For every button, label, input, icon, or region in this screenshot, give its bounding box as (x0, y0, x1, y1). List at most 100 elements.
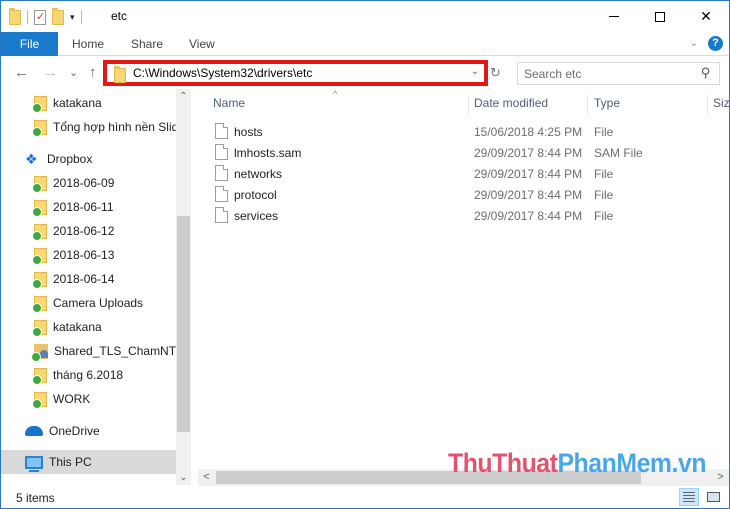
nav-item-shared-tls-chamnt[interactable]: Shared_TLS_ChamNT (1, 339, 176, 363)
navigation-pane: katakana Tổng hợp hình nền Slide ❖ Dropb… (1, 89, 191, 485)
column-header-type[interactable]: Type (588, 95, 708, 115)
back-button[interactable]: ← (14, 64, 29, 81)
tab-file[interactable]: File (1, 32, 58, 56)
search-box[interactable]: ⚲ (517, 62, 720, 85)
close-icon: ✕ (700, 8, 712, 24)
synced-folder-icon (32, 199, 47, 217)
file-icon (215, 123, 228, 139)
search-icon[interactable]: ⚲ (701, 65, 711, 81)
address-bar[interactable]: ⌄ (103, 60, 488, 86)
new-folder-icon[interactable] (52, 7, 64, 25)
this-pc-icon (25, 455, 43, 472)
nav-item-label: 2018-06-13 (53, 248, 115, 262)
toolbar-separator (80, 10, 82, 24)
nav-item-label: Camera Uploads (53, 296, 144, 310)
synced-folder-icon (32, 247, 47, 265)
nav-item-2018-06-12[interactable]: 2018-06-12 (1, 219, 176, 243)
nav-item-katakana[interactable]: katakana (1, 91, 176, 115)
search-input[interactable] (524, 66, 689, 81)
synced-folder-icon (32, 271, 47, 289)
file-row[interactable]: protocol 29/09/2017 8:44 PM File (209, 185, 729, 206)
nav-item-dropbox[interactable]: ❖ Dropbox (1, 147, 176, 171)
nav-pane-scrollbar[interactable]: ⌃ ⌄ (176, 89, 191, 485)
column-header-size[interactable]: Size (707, 95, 729, 115)
recent-locations-button[interactable]: ⌄ (69, 66, 78, 79)
expand-ribbon-icon[interactable]: ⌄ (690, 38, 698, 49)
file-icon (215, 165, 228, 181)
tab-home[interactable]: Home (58, 32, 118, 56)
nav-item-label: 2018-06-11 (53, 200, 114, 214)
address-dropdown-icon[interactable]: ⌄ (471, 66, 479, 77)
toolbar-separator (27, 10, 28, 24)
synced-folder-icon (32, 119, 47, 137)
nav-item-2018-06-09[interactable]: 2018-06-09 (1, 171, 176, 195)
nav-item-camera-uploads[interactable]: Camera Uploads (1, 291, 176, 315)
file-type: File (594, 167, 614, 181)
nav-item-label: 2018-06-14 (53, 272, 115, 286)
synced-folder-icon (32, 175, 47, 193)
nav-item-thang-6-2018[interactable]: tháng 6.2018 (1, 363, 176, 387)
refresh-icon[interactable]: ↻ (490, 65, 501, 81)
file-row[interactable]: networks 29/09/2017 8:44 PM File (209, 164, 729, 185)
watermark-part-2: PhanMem.vn (557, 448, 707, 478)
file-row[interactable]: services 29/09/2017 8:44 PM File (209, 206, 729, 227)
minimize-icon (609, 16, 619, 17)
onedrive-icon (25, 426, 43, 436)
customize-dropdown-icon[interactable]: ▾ (70, 12, 75, 23)
forward-button[interactable]: → (43, 64, 58, 81)
file-date-modified: 29/09/2017 8:44 PM (474, 167, 583, 181)
status-bar: 5 items (1, 486, 729, 508)
shared-folder-icon (31, 343, 48, 362)
nav-item-label: 2018-06-09 (53, 176, 115, 190)
help-icon[interactable]: ? (708, 36, 723, 51)
tab-view[interactable]: View (175, 32, 229, 56)
ribbon-tabs: File Home Share View ⌄ ? (1, 32, 729, 56)
scroll-left-icon[interactable]: < (198, 469, 215, 486)
scroll-up-icon[interactable]: ⌃ (176, 89, 191, 104)
nav-item-onedrive[interactable]: OneDrive (1, 419, 176, 443)
scrollbar-thumb[interactable] (177, 216, 190, 432)
nav-item-tong-hop-hinh-nen[interactable]: Tổng hợp hình nền Slide (1, 115, 176, 139)
column-header-date-modified[interactable]: Date modified (468, 95, 588, 115)
column-header-name[interactable]: Name (207, 95, 469, 115)
quick-access-toolbar: ▾ (9, 7, 82, 27)
nav-item-label: katakana (53, 320, 102, 334)
file-date-modified: 29/09/2017 8:44 PM (474, 209, 583, 223)
synced-folder-icon (32, 295, 47, 313)
file-type: SAM File (594, 146, 643, 160)
dropbox-icon: ❖ (25, 151, 38, 167)
properties-icon[interactable] (34, 9, 46, 25)
synced-folder-icon (32, 391, 47, 409)
scroll-right-icon[interactable]: > (712, 469, 729, 486)
scroll-down-icon[interactable]: ⌄ (176, 470, 191, 485)
window-title: etc (111, 9, 128, 23)
file-icon (215, 186, 228, 202)
maximize-button[interactable] (637, 1, 683, 32)
view-switcher (679, 488, 723, 506)
minimize-button[interactable] (591, 1, 637, 32)
nav-item-2018-06-13[interactable]: 2018-06-13 (1, 243, 176, 267)
tab-share[interactable]: Share (117, 32, 177, 56)
nav-item-2018-06-11[interactable]: 2018-06-11 (1, 195, 176, 219)
watermark-part-1: ThuThuat (448, 448, 558, 478)
folder-icon[interactable] (9, 7, 21, 25)
synced-folder-icon (32, 367, 47, 385)
nav-item-work[interactable]: WORK (1, 387, 176, 411)
file-row[interactable]: lmhosts.sam 29/09/2017 8:44 PM SAM File (209, 143, 729, 164)
up-button[interactable]: ↑ (89, 64, 97, 81)
item-count: 5 items (16, 491, 55, 505)
file-name: protocol (234, 188, 277, 202)
nav-item-this-pc[interactable]: This PC (1, 450, 176, 474)
large-icons-view-button[interactable] (703, 488, 723, 506)
nav-item-2018-06-14[interactable]: 2018-06-14 (1, 267, 176, 291)
file-row[interactable]: hosts 15/06/2018 4:25 PM File (209, 122, 729, 143)
maximize-icon (655, 11, 665, 22)
synced-folder-icon (32, 95, 47, 113)
nav-item-label: Dropbox (47, 152, 93, 166)
nav-item-katakana-dropbox[interactable]: katakana (1, 315, 176, 339)
navigation-bar: ← → ⌄ ↑ ⌄ ↻ ⚲ (1, 57, 729, 89)
address-input[interactable] (133, 65, 453, 81)
details-view-button[interactable] (679, 488, 699, 506)
file-type: File (594, 209, 614, 223)
close-button[interactable]: ✕ (683, 1, 729, 32)
